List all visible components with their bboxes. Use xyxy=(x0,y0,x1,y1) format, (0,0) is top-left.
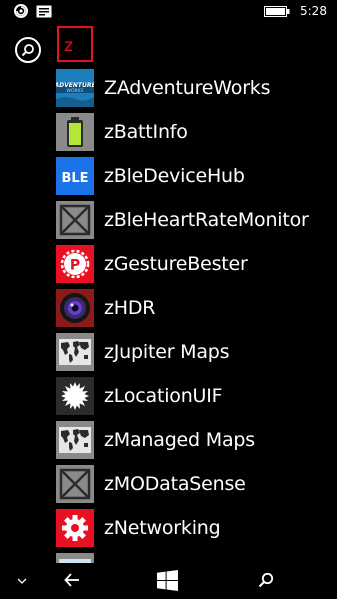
app-item-label: zNetworking xyxy=(104,517,221,539)
app-item-zmodatasense[interactable]: zMODataSense xyxy=(0,463,337,507)
app-item-label: zManaged Maps xyxy=(104,429,255,451)
expand-button[interactable] xyxy=(0,563,44,599)
message-icon xyxy=(36,5,52,18)
world-map-icon xyxy=(56,333,94,371)
app-item-zadventureworks[interactable]: ADVENTURE WORKS ZAdventureWorks xyxy=(0,67,337,111)
app-item-zlocationuif[interactable]: zLocationUIF xyxy=(0,375,337,419)
app-item-label: zBleDeviceHub xyxy=(104,165,245,187)
app-item-label: zGestureBester xyxy=(104,253,248,275)
sync-icon xyxy=(14,4,28,18)
battery-icon xyxy=(264,6,290,17)
clock-time: 5:28 xyxy=(300,4,327,18)
world-map-icon xyxy=(56,421,94,459)
jump-letter-tile[interactable]: z xyxy=(57,26,93,62)
svg-text:BLE: BLE xyxy=(61,171,88,186)
app-item-label: zMODataSense xyxy=(104,473,246,495)
start-app-list-screen: { "status_bar": { "time": "5:28", "icons… xyxy=(0,0,337,599)
app-item-zmanaged-maps[interactable]: zManaged Maps xyxy=(0,419,337,463)
search-icon xyxy=(258,572,274,588)
app-item-zbattinfo[interactable]: zBattInfo xyxy=(0,111,337,155)
hdr-camera-icon xyxy=(56,289,94,327)
app-item-partial[interactable] xyxy=(0,551,337,563)
app-item-zgesturebester[interactable]: P zGestureBester xyxy=(0,243,337,287)
app-item-label: zJupiter Maps xyxy=(104,341,230,363)
status-bar: 5:28 xyxy=(0,0,337,22)
app-item-label: ZAdventureWorks xyxy=(104,77,271,99)
expand-chevron-icon xyxy=(17,578,27,584)
search-button[interactable] xyxy=(15,37,41,63)
jump-letter-label: z xyxy=(64,36,73,56)
app-item-zjupiter-maps[interactable]: zJupiter Maps xyxy=(0,331,337,375)
battery-info-icon xyxy=(56,113,94,151)
location-sun-icon xyxy=(56,377,94,415)
back-button[interactable] xyxy=(50,563,94,599)
back-arrow-icon xyxy=(64,573,79,587)
gear-icon xyxy=(56,509,94,547)
adventure-works-icon: ADVENTURE WORKS xyxy=(56,69,94,107)
gesture-bester-icon: P xyxy=(56,245,94,283)
app-list[interactable]: ADVENTURE WORKS ZAdventureWorks zBattInf… xyxy=(0,67,337,563)
search-icon xyxy=(21,44,34,57)
app-item-znetworking[interactable]: zNetworking xyxy=(0,507,337,551)
windows-start-icon xyxy=(157,570,178,591)
search-button-nav[interactable] xyxy=(244,563,288,599)
ble-device-hub-icon: BLE xyxy=(56,157,94,195)
placeholder-app-icon xyxy=(56,465,94,503)
app-item-zbleheartratemonitor[interactable]: zBleHeartRateMonitor xyxy=(0,199,337,243)
app-item-zhdr[interactable]: zHDR xyxy=(0,287,337,331)
app-item-label: zBleHeartRateMonitor xyxy=(104,209,309,231)
svg-text:WORKS: WORKS xyxy=(67,88,84,94)
start-button[interactable] xyxy=(146,563,190,599)
app-item-label: zHDR xyxy=(104,297,156,319)
svg-text:P: P xyxy=(70,258,80,274)
svg-text:ADVENTURE: ADVENTURE xyxy=(56,82,94,89)
app-item-label: zBattInfo xyxy=(104,121,188,143)
world-map-icon xyxy=(56,553,94,563)
placeholder-app-icon xyxy=(56,201,94,239)
navigation-bar xyxy=(0,563,337,599)
app-item-zbledevicehub[interactable]: BLE zBleDeviceHub xyxy=(0,155,337,199)
app-item-label: zLocationUIF xyxy=(104,385,223,407)
